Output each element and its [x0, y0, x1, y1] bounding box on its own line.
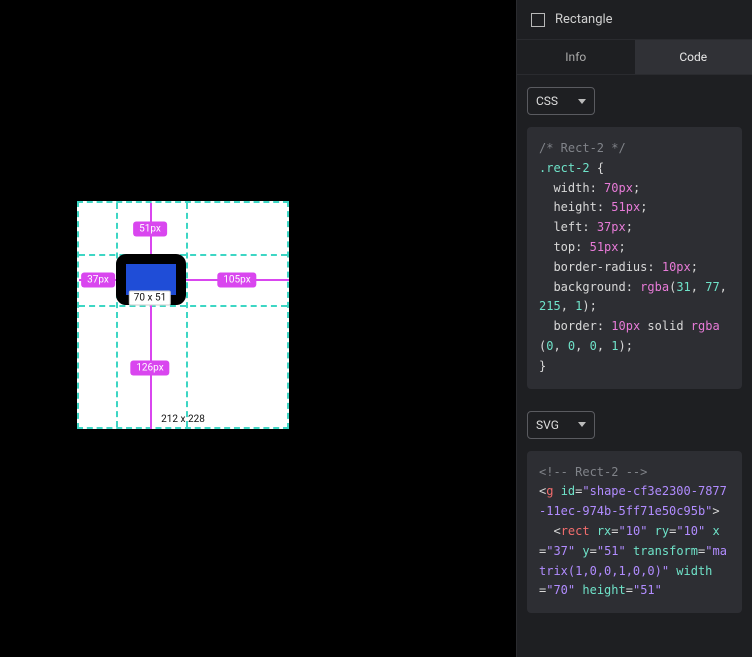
distance-right-pill: 105px	[217, 273, 256, 288]
language-select-svg-label: SVG	[536, 418, 559, 432]
rectangle-icon	[531, 13, 545, 27]
css-code-block[interactable]: /* Rect-2 */ .rect-2 { width: 70px; heig…	[527, 127, 742, 389]
chevron-down-icon	[578, 99, 586, 104]
panel-header: Rectangle	[517, 0, 752, 40]
css-comment: /* Rect-2 */	[539, 141, 626, 155]
language-select-svg[interactable]: SVG	[527, 411, 595, 439]
css-select-row: CSS	[517, 75, 752, 121]
shape-dimensions-label: 70 x 51	[129, 291, 171, 306]
distance-top-pill: 51px	[133, 222, 167, 237]
svg-comment: <!-- Rect-2 -->	[539, 465, 647, 479]
inspector-panel: Rectangle Info Code CSS /* Rect-2 */ .re…	[516, 0, 752, 657]
guide-vertical-left	[116, 203, 118, 427]
tab-info[interactable]: Info	[517, 40, 635, 74]
inspector-tabs: Info Code	[517, 40, 752, 75]
svg-code-block[interactable]: <!-- Rect-2 --> <g id="shape-cf3e2300-78…	[527, 451, 742, 614]
guide-horizontal-bottom	[79, 305, 287, 307]
language-select-css[interactable]: CSS	[527, 87, 595, 115]
artboard-dimensions-label: 212 x 228	[161, 414, 205, 425]
guide-horizontal-top	[79, 254, 287, 256]
canvas-area[interactable]: 51px 37px 105px 126px 70 x 51 212 x 228	[0, 0, 516, 657]
chevron-down-icon	[578, 422, 586, 427]
panel-title: Rectangle	[555, 12, 613, 27]
guide-vertical-right	[186, 203, 188, 427]
artboard[interactable]: 51px 37px 105px 126px 70 x 51 212 x 228	[77, 201, 289, 429]
distance-left-pill: 37px	[81, 273, 115, 288]
distance-bottom-pill: 126px	[130, 361, 169, 376]
svg-select-row: SVG	[517, 399, 752, 445]
language-select-css-label: CSS	[536, 94, 558, 108]
tab-code[interactable]: Code	[635, 40, 752, 74]
css-selector: .rect-2	[539, 161, 590, 175]
